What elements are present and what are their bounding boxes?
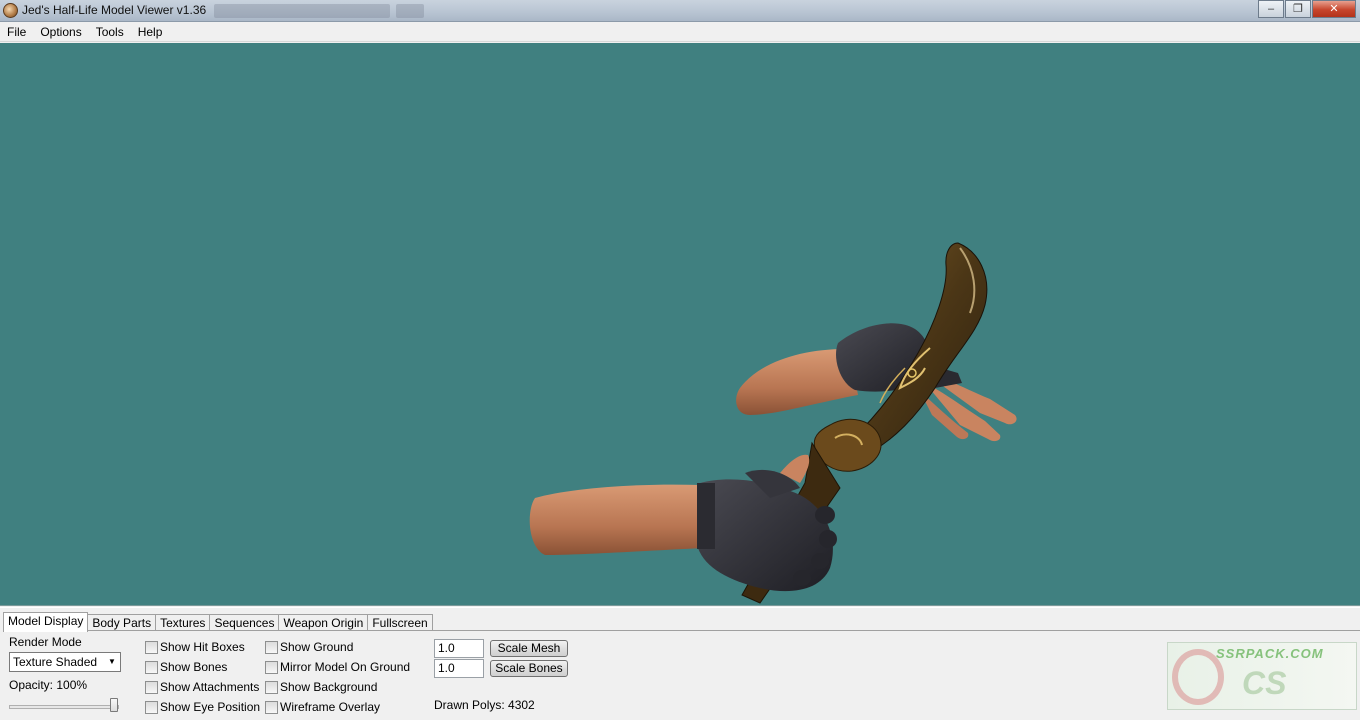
chevron-down-icon: ▼ xyxy=(108,657,116,666)
show-eye-position-checkbox[interactable] xyxy=(145,701,158,714)
menu-file[interactable]: File xyxy=(0,23,33,41)
control-panel: Model Display Body Parts Textures Sequen… xyxy=(0,607,1360,720)
model-viewport[interactable] xyxy=(0,43,1360,606)
model-display-page: Render Mode Texture Shaded ▼ Opacity: 10… xyxy=(3,630,1360,720)
scale-mesh-input[interactable]: 1.0 xyxy=(434,639,484,658)
title-bar: Jed's Half-Life Model Viewer v1.36 – ❐ ✕ xyxy=(0,0,1360,22)
window-controls: – ❐ ✕ xyxy=(1257,0,1356,18)
render-mode-value: Texture Shaded xyxy=(13,655,98,669)
render-mode-label: Render Mode xyxy=(9,635,82,649)
taskbar-ghost xyxy=(214,4,390,18)
show-attachments-checkbox[interactable] xyxy=(145,681,158,694)
show-background-label: Show Background xyxy=(280,680,378,694)
menu-tools[interactable]: Tools xyxy=(89,23,131,41)
show-ground-checkbox[interactable] xyxy=(265,641,278,654)
menu-help[interactable]: Help xyxy=(131,23,170,41)
minimize-icon[interactable]: – xyxy=(1258,0,1284,18)
mirror-model-label: Mirror Model On Ground xyxy=(280,660,411,674)
scale-bones-button[interactable]: Scale Bones xyxy=(490,660,568,677)
window-title: Jed's Half-Life Model Viewer v1.36 xyxy=(22,3,207,17)
scale-mesh-button[interactable]: Scale Mesh xyxy=(490,640,568,657)
wireframe-overlay-label: Wireframe Overlay xyxy=(280,700,381,714)
menu-options[interactable]: Options xyxy=(33,23,88,41)
close-icon[interactable]: ✕ xyxy=(1312,0,1356,18)
show-hit-boxes-label: Show Hit Boxes xyxy=(160,640,245,654)
app-icon[interactable] xyxy=(3,3,18,18)
opacity-label: Opacity: 100% xyxy=(9,678,88,692)
watermark-main-text: CS xyxy=(1242,665,1287,701)
watermark-site-text: SSRPACK.COM xyxy=(1216,646,1324,661)
scale-bones-input[interactable]: 1.0 xyxy=(434,659,484,678)
taskbar-ghost xyxy=(396,4,424,18)
wireframe-overlay-checkbox[interactable] xyxy=(265,701,278,714)
show-background-checkbox[interactable] xyxy=(265,681,278,694)
tab-model-display[interactable]: Model Display xyxy=(3,612,89,632)
show-bones-checkbox[interactable] xyxy=(145,661,158,674)
restore-icon[interactable]: ❐ xyxy=(1285,0,1311,18)
render-mode-select[interactable]: Texture Shaded ▼ xyxy=(9,652,121,672)
show-ground-label: Show Ground xyxy=(280,640,354,654)
lower-hand xyxy=(529,454,837,592)
show-eye-position-label: Show Eye Position xyxy=(160,700,261,714)
mirror-model-checkbox[interactable] xyxy=(265,661,278,674)
show-bones-label: Show Bones xyxy=(160,660,228,674)
show-attachments-label: Show Attachments xyxy=(160,680,260,694)
menu-bar: File Options Tools Help xyxy=(0,22,1360,42)
show-hit-boxes-checkbox[interactable] xyxy=(145,641,158,654)
model-render xyxy=(529,242,1017,604)
opacity-slider-track[interactable] xyxy=(9,705,119,709)
tab-bar: Model Display Body Parts Textures Sequen… xyxy=(3,612,433,632)
site-watermark: SSRPACK.COM CS xyxy=(1167,642,1357,710)
